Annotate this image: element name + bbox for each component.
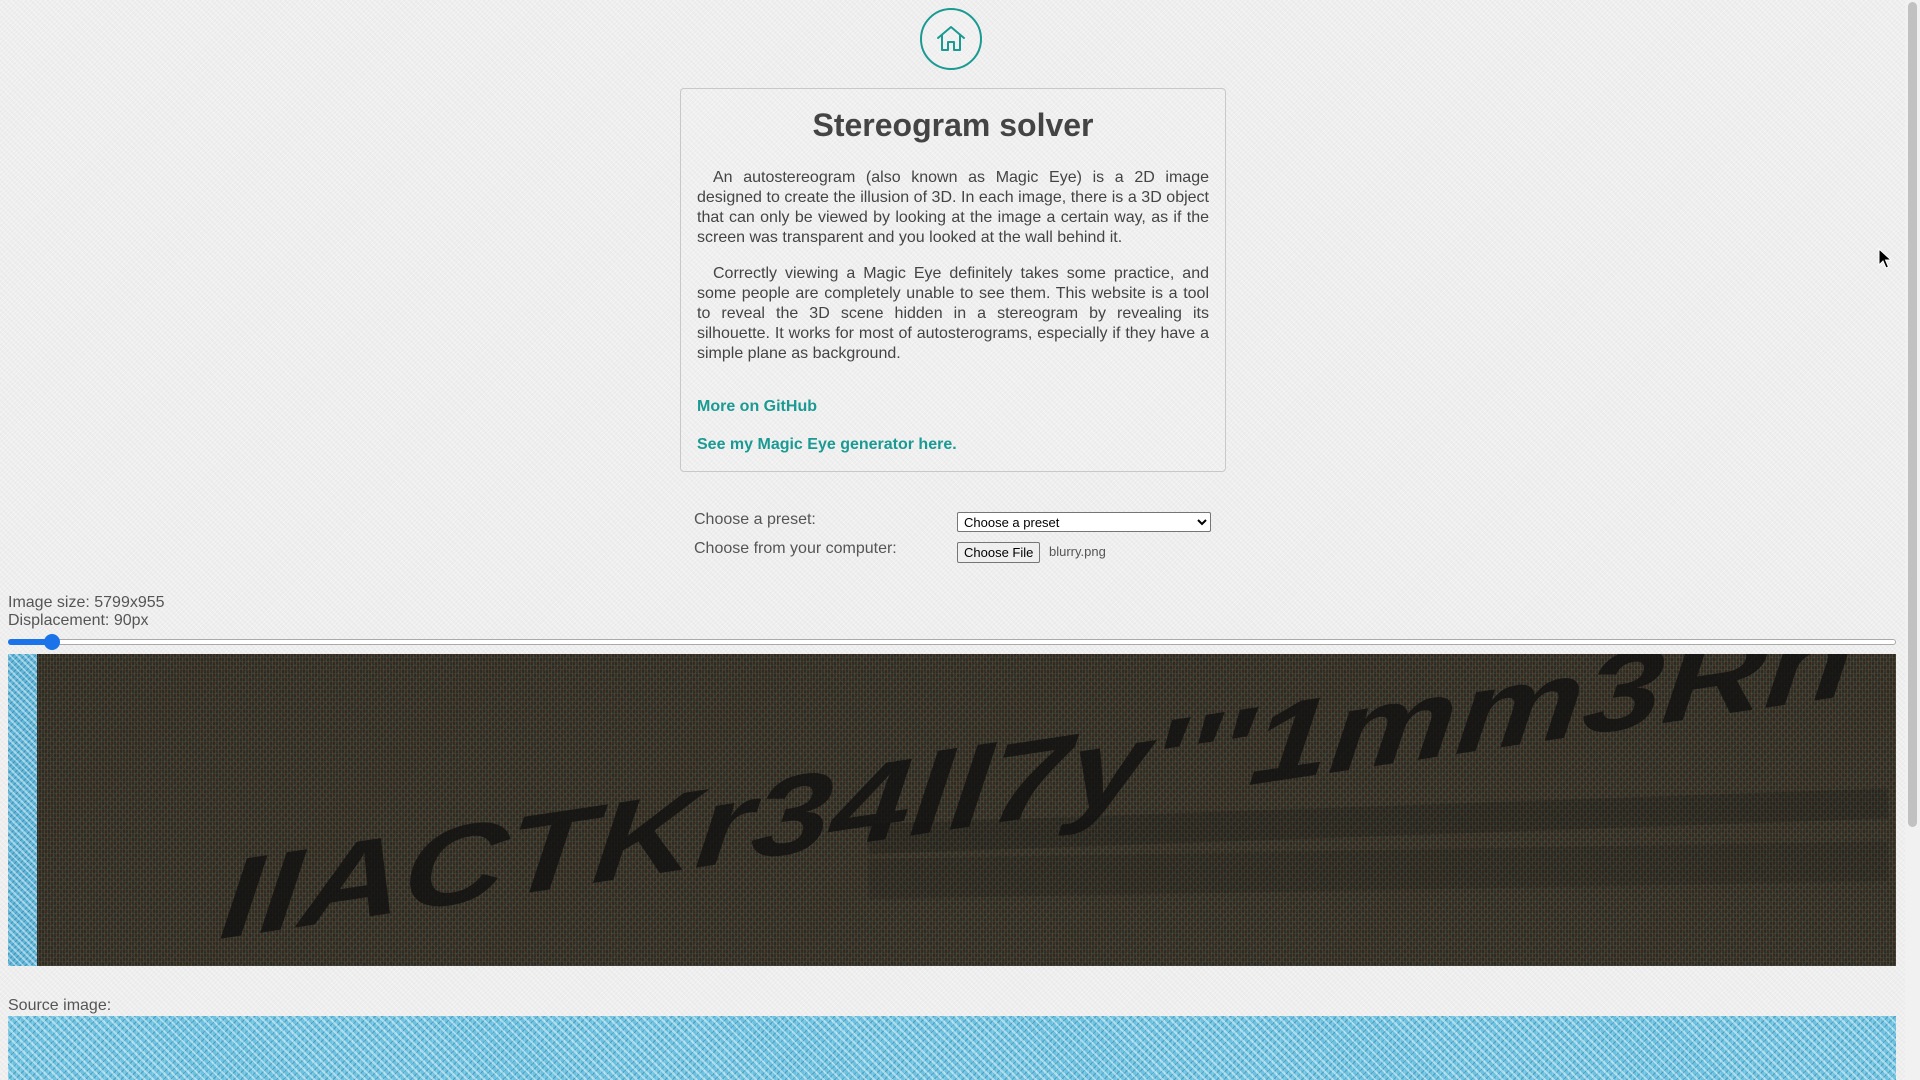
generator-link[interactable]: See my Magic Eye generator here. bbox=[697, 436, 1209, 454]
displacement-slider[interactable] bbox=[8, 633, 1896, 651]
file-row: Choose from your computer: bbox=[694, 540, 897, 558]
file-name: blurry.png bbox=[1049, 544, 1106, 559]
displacement-text: Displacement: 90px bbox=[8, 612, 149, 629]
image-size-text: Image size: 5799x955 bbox=[8, 594, 165, 611]
result-silhouette: IIACTKr34ll7y'''1mm3Rh bbox=[216, 654, 1889, 963]
slider-thumb[interactable] bbox=[44, 634, 60, 650]
intro-paragraph-1: An autostereogram (also known as Magic E… bbox=[697, 169, 1209, 246]
result-image: IIACTKr34ll7y'''1mm3Rh bbox=[8, 654, 1896, 966]
github-link[interactable]: More on GitHub bbox=[697, 398, 1209, 416]
preset-row: Choose a preset: bbox=[694, 511, 816, 529]
page-title: Stereogram solver bbox=[812, 107, 1094, 143]
depth-band-2 bbox=[868, 841, 1889, 899]
scrollbar-thumb[interactable] bbox=[1908, 2, 1917, 827]
intro-paragraph-2: Correctly viewing a Magic Eye definitely… bbox=[697, 265, 1209, 362]
file-label: Choose from your computer: bbox=[694, 540, 897, 557]
home-icon bbox=[937, 26, 965, 51]
preset-label: Choose a preset: bbox=[694, 511, 816, 528]
intro-card: Stereogram solver An autostereogram (als… bbox=[680, 88, 1226, 472]
source-image-label: Source image: bbox=[8, 997, 112, 1014]
page-scrollbar[interactable] bbox=[1905, 0, 1920, 1080]
slider-track[interactable] bbox=[8, 639, 1896, 645]
preset-select[interactable]: Choose a preset bbox=[957, 512, 1211, 532]
choose-file-button[interactable]: Choose File bbox=[957, 542, 1041, 563]
home-button[interactable] bbox=[920, 8, 982, 70]
mouse-cursor-icon bbox=[1878, 248, 1892, 269]
source-image bbox=[8, 1016, 1896, 1080]
